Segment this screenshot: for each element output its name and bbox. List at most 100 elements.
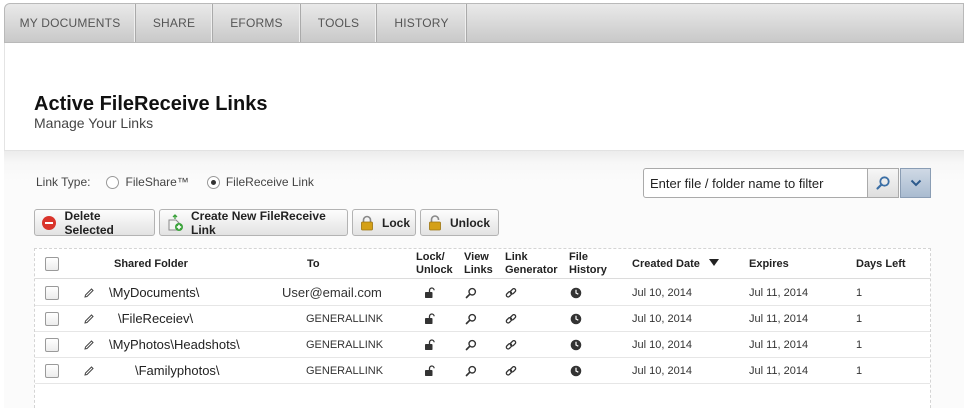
table-row: \MyPhotos\Headshots\ GENERALLINK Jul 10, 2… bbox=[35, 332, 930, 358]
radio-filereceive[interactable]: FileReceive Link bbox=[206, 175, 314, 189]
filter-input[interactable] bbox=[643, 168, 868, 198]
radio-fileshare[interactable]: FileShare™ bbox=[106, 175, 189, 189]
row-expires: Jul 11, 2014 bbox=[749, 365, 809, 377]
unlock-icon bbox=[427, 214, 443, 232]
col-expires[interactable]: Expires bbox=[749, 258, 789, 271]
main-nav: MY DOCUMENTS SHARE EFORMS TOOLS HISTORY bbox=[4, 3, 964, 43]
col-to[interactable]: To bbox=[307, 258, 320, 271]
col-lock-unlock-line1: Lock/ bbox=[416, 251, 445, 263]
table-header: Shared Folder To Lock/ Unlock View Links… bbox=[35, 249, 930, 279]
tab-tools[interactable]: TOOLS bbox=[301, 4, 377, 42]
tab-share[interactable]: SHARE bbox=[136, 4, 213, 42]
row-shared-folder: \Familyphotos\ bbox=[135, 363, 220, 378]
edit-pencil-icon[interactable] bbox=[82, 286, 96, 300]
unlock-button[interactable]: Unlock bbox=[420, 209, 499, 236]
edit-pencil-icon[interactable] bbox=[82, 312, 96, 326]
delete-selected-label: Delete Selected bbox=[64, 208, 114, 237]
page-title: Active FileReceive Links bbox=[34, 93, 268, 115]
search-icon bbox=[876, 176, 890, 190]
create-link-button[interactable]: Create New FileReceive Link bbox=[159, 208, 348, 237]
col-days-left[interactable]: Days Left bbox=[856, 258, 906, 271]
row-created-date: Jul 10, 2014 bbox=[632, 365, 692, 377]
row-created-date: Jul 10, 2014 bbox=[632, 287, 692, 299]
lock-label: Lock bbox=[382, 215, 411, 230]
col-shared-folder[interactable]: Shared Folder bbox=[114, 258, 188, 271]
lock-button[interactable]: Lock bbox=[352, 209, 416, 236]
col-view-links: View Links bbox=[464, 251, 493, 277]
row-recipient: GENERALLINK bbox=[306, 313, 384, 325]
row-recipient: GENERALLINK bbox=[306, 339, 384, 351]
page-subtitle: Manage Your Links bbox=[34, 115, 154, 131]
view-links-icon[interactable] bbox=[464, 338, 478, 352]
radio-filereceive-label: FileReceive Link bbox=[225, 175, 314, 189]
create-link-icon bbox=[166, 213, 184, 232]
links-table: Shared Folder To Lock/ Unlock View Links… bbox=[34, 248, 931, 408]
col-link-generator: Link Generator bbox=[505, 251, 558, 277]
col-file-history-line2: History bbox=[569, 264, 607, 276]
link-generator-icon[interactable] bbox=[504, 312, 518, 326]
link-generator-icon[interactable] bbox=[504, 364, 518, 378]
table-row: \FileReceiev\ GENERALLINK Jul 10, 2014 Jul … bbox=[35, 306, 930, 332]
row-checkbox[interactable] bbox=[45, 286, 59, 300]
col-lock-unlock: Lock/ Unlock bbox=[416, 251, 453, 277]
row-created-date: Jul 10, 2014 bbox=[632, 339, 692, 351]
lock-toggle-icon[interactable] bbox=[423, 338, 437, 352]
search-button[interactable] bbox=[868, 168, 899, 198]
col-view-links-line2: Links bbox=[464, 264, 493, 276]
lock-toggle-icon[interactable] bbox=[423, 364, 437, 378]
create-link-label: Create New FileReceive Link bbox=[191, 208, 326, 237]
row-shared-folder: \MyDocuments\ bbox=[109, 285, 200, 300]
edit-pencil-icon[interactable] bbox=[82, 364, 96, 378]
radio-fileshare-label: FileShare™ bbox=[125, 175, 189, 189]
row-expires: Jul 11, 2014 bbox=[749, 313, 809, 325]
tab-my-documents[interactable]: MY DOCUMENTS bbox=[5, 4, 136, 42]
col-link-generator-line1: Link bbox=[505, 251, 528, 263]
radio-filereceive-circle[interactable] bbox=[206, 175, 220, 189]
search-bar bbox=[643, 168, 931, 198]
table-row: \Familyphotos\ GENERALLINK Jul 10, 2014 Jul… bbox=[35, 358, 930, 384]
unlock-label: Unlock bbox=[450, 215, 491, 230]
view-links-icon[interactable] bbox=[464, 286, 478, 300]
row-days-left: 1 bbox=[856, 339, 863, 351]
row-checkbox[interactable] bbox=[45, 364, 59, 378]
col-lock-unlock-line2: Unlock bbox=[416, 264, 453, 276]
link-generator-icon[interactable] bbox=[504, 286, 518, 300]
col-created-date[interactable]: Created Date bbox=[632, 258, 700, 271]
row-recipient: User@email.com bbox=[282, 285, 382, 300]
file-history-icon[interactable] bbox=[569, 312, 583, 326]
link-type-group: Link Type: FileShare™ FileReceive Link bbox=[36, 175, 314, 189]
row-expires: Jul 11, 2014 bbox=[749, 287, 809, 299]
view-links-icon[interactable] bbox=[464, 364, 478, 378]
tab-history[interactable]: HISTORY bbox=[377, 4, 467, 42]
select-all-checkbox[interactable] bbox=[45, 257, 59, 271]
row-checkbox[interactable] bbox=[45, 338, 59, 352]
link-generator-icon[interactable] bbox=[504, 338, 518, 352]
link-type-label: Link Type: bbox=[36, 175, 91, 189]
table-row: \MyDocuments\ User@email.com Jul 10, 2014 J… bbox=[35, 280, 930, 306]
file-history-icon[interactable] bbox=[569, 286, 583, 300]
row-created-date: Jul 10, 2014 bbox=[632, 313, 692, 325]
row-shared-folder: \FileReceiev\ bbox=[118, 311, 194, 326]
sort-descending-icon[interactable] bbox=[709, 259, 719, 266]
filter-dropdown-button[interactable] bbox=[900, 168, 931, 198]
action-toolbar: Delete Selected Create New FileReceive L… bbox=[34, 208, 503, 237]
row-days-left: 1 bbox=[856, 365, 863, 377]
row-checkbox[interactable] bbox=[45, 312, 59, 326]
file-history-icon[interactable] bbox=[569, 338, 583, 352]
col-file-history: File History bbox=[569, 251, 607, 277]
lock-toggle-icon[interactable] bbox=[423, 312, 437, 326]
chevron-down-icon bbox=[910, 179, 921, 187]
col-view-links-line1: View bbox=[464, 251, 489, 263]
tab-eforms[interactable]: EFORMS bbox=[213, 4, 301, 42]
row-days-left: 1 bbox=[856, 287, 863, 299]
delete-icon bbox=[41, 214, 58, 232]
radio-fileshare-circle[interactable] bbox=[106, 175, 120, 189]
col-link-generator-line2: Generator bbox=[505, 264, 558, 276]
delete-selected-button[interactable]: Delete Selected bbox=[34, 208, 155, 237]
lock-toggle-icon[interactable] bbox=[423, 286, 437, 300]
row-recipient: GENERALLINK bbox=[306, 365, 384, 377]
file-history-icon[interactable] bbox=[569, 364, 583, 378]
edit-pencil-icon[interactable] bbox=[82, 338, 96, 352]
view-links-icon[interactable] bbox=[464, 312, 478, 326]
row-days-left: 1 bbox=[856, 313, 863, 325]
